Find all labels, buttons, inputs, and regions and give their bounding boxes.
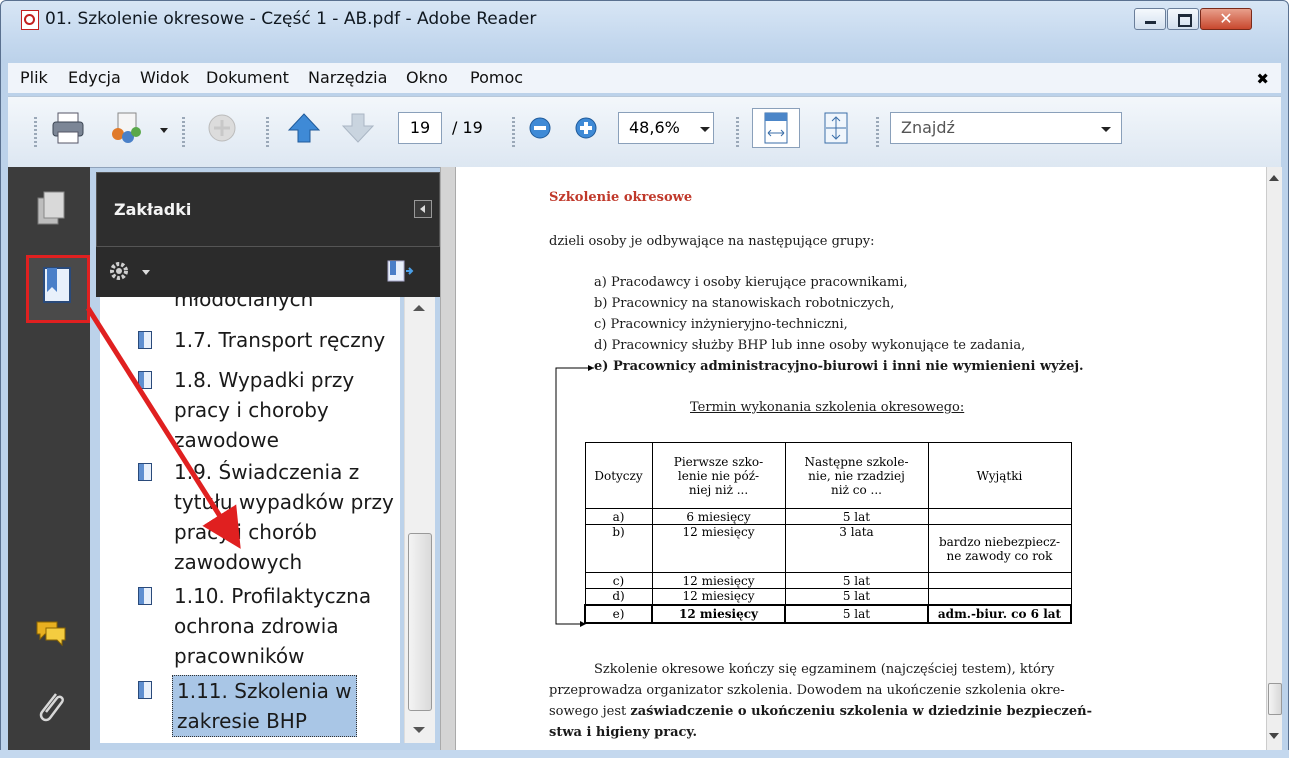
next-page-icon [341,113,375,143]
doc-paragraph-line1: Szkolenie okresowe kończy się egzaminem … [594,662,1055,677]
menu-edycja[interactable]: Edycja [68,68,121,87]
schedule-table: Dotyczy Pierwsze szko- lenie nie póź- ni… [584,442,1072,624]
table-cell: 12 miesięcy [651,572,786,589]
table-cell: bardzo niebezpiecz- ne zawody co rok [927,524,1072,573]
page-number-input[interactable]: 19 [398,112,442,144]
minimize-button[interactable] [1134,8,1166,30]
table-cell: 6 miesięcy [651,508,786,525]
bookmark-label: 1.11. Szkolenia w zakresie BHP [172,675,357,737]
window-title: 01. Szkolenie okresowe - Część 1 - AB.pd… [45,9,537,29]
fit-page-icon[interactable] [818,110,854,146]
table-cell [927,588,1072,605]
toolbar-grip [876,117,879,147]
find-dropdown-arrow[interactable] [1101,127,1111,132]
doc-connector-arrow [555,365,594,627]
pdf-app-icon [21,10,39,30]
table-cell: adm.-biur. co 6 lat [927,603,1072,624]
scroll-thumb[interactable] [408,533,432,711]
annotation-arrow [85,306,241,549]
table-header: Pierwsze szko- lenie nie póź- niej niż .… [651,442,786,509]
doc-group-c: c) Pracownicy inżynieryjno-techniczni, [594,317,848,332]
menu-widok[interactable]: Widok [140,68,189,87]
bookmarks-title: Zakładki [114,200,192,219]
table-cell: 5 lat [784,603,929,624]
doc-paragraph-bold: zaświadczenie o ukończeniu szkolenia w d… [630,704,1092,719]
maximize-button[interactable] [1167,8,1199,30]
comments-icon[interactable] [34,616,68,650]
document-view: Szkolenie okresowe dzieli osoby je odbyw… [456,167,1266,750]
zoom-in-icon[interactable] [574,116,598,140]
doc-group-d: d) Pracownicy służby BHP lub inne osoby … [594,338,1026,353]
bookmark-icon [138,587,152,605]
toolbar-grip [512,117,515,147]
table-cell: 12 miesięcy [651,588,786,605]
doc-paragraph-line3: sowego jest zaświadczenie o ukończeniu s… [549,704,1092,719]
page-total: / 19 [452,118,483,137]
table-header: Następne szkole- nie, nie rzadziej niż c… [784,442,929,509]
toolbar-grip [266,117,269,147]
previous-page-icon[interactable] [286,110,322,146]
window-bottom-border [0,750,1289,758]
doc-paragraph-text: sowego jest [549,704,631,719]
table-cell: 5 lat [784,588,929,605]
expand-bookmark-icon[interactable] [386,258,416,284]
table-cell [927,508,1072,525]
menu-okno[interactable]: Okno [406,68,448,87]
table-cell: 3 lata [784,524,929,573]
fit-width-icon [764,112,788,144]
close-icon: ✕ [1219,9,1233,28]
doc-intro: dzieli osoby je odbywające na następując… [549,234,875,249]
toolbar-grip [182,117,185,147]
print-icon[interactable] [50,110,86,146]
bookmarks-scrollbar[interactable] [404,297,435,743]
title-bar: 01. Szkolenie okresowe - Część 1 - AB.pd… [1,1,1288,35]
find-input[interactable]: Znajdź [890,112,1122,144]
bookmark-icon [138,681,152,699]
options-gear-icon[interactable] [106,258,132,284]
options-dropdown-arrow[interactable] [142,270,150,275]
zoom-dropdown-arrow[interactable] [700,127,710,132]
doc-group-a: a) Pracodawcy i osoby kierujące pracowni… [594,275,908,290]
scroll-up-arrow[interactable] [413,305,425,311]
attachments-icon[interactable] [34,688,68,728]
doc-group-b: b) Pracownicy na stanowiskach robotniczy… [594,296,895,311]
collapse-panel-button[interactable] [414,200,432,218]
fit-width-button[interactable] [752,108,800,148]
table-cell: 12 miesięcy [651,603,786,624]
doc-group-e: e) Pracownicy administracyjno-biurowi i … [594,359,1084,374]
collaborate-icon[interactable] [108,110,144,146]
scroll-down-arrow[interactable] [413,727,425,733]
menu-narzedzia[interactable]: Narzędzia [308,68,387,87]
sign-icon [208,114,236,142]
table-header: Wyjątki [927,442,1072,509]
doc-table-title: Termin wykonania szkolenia okresowego: [690,400,965,415]
toolbar-grip[interactable] [34,117,37,147]
pages-panel-icon[interactable] [34,190,68,226]
close-window-button[interactable]: ✕ [1200,8,1252,30]
menu-bar [8,63,1281,93]
bookmark-panel-icon [43,267,71,303]
menu-pomoc[interactable]: Pomoc [470,68,523,87]
menu-dokument[interactable]: Dokument [206,68,289,87]
doc-paragraph-line2: przeprowadza organizator szkolenia. Dowo… [549,683,1065,698]
table-cell: 5 lat [784,572,929,589]
toolbar-grip [736,117,739,147]
table-cell: 5 lat [784,508,929,525]
scroll-down-arrow[interactable] [1269,733,1279,739]
scroll-thumb[interactable] [1268,683,1282,715]
table-cell: 12 miesięcy [651,524,786,573]
scroll-up-arrow[interactable] [1269,175,1279,181]
zoom-out-icon[interactable] [528,116,552,140]
doc-paragraph-line4: stwa i higieny pracy. [549,725,698,740]
doc-heading: Szkolenie okresowe [549,190,693,205]
bookmark-label: 1.10. Profilaktyczna ochrona zdrowia pra… [174,584,372,668]
table-cell [927,572,1072,589]
collaborate-dropdown-arrow[interactable] [160,128,168,133]
document-scrollbar[interactable] [1266,167,1282,750]
panel-splitter[interactable] [440,167,456,750]
close-document-icon[interactable]: ✖ [1256,70,1269,88]
menu-plik[interactable]: Plik [20,68,48,87]
